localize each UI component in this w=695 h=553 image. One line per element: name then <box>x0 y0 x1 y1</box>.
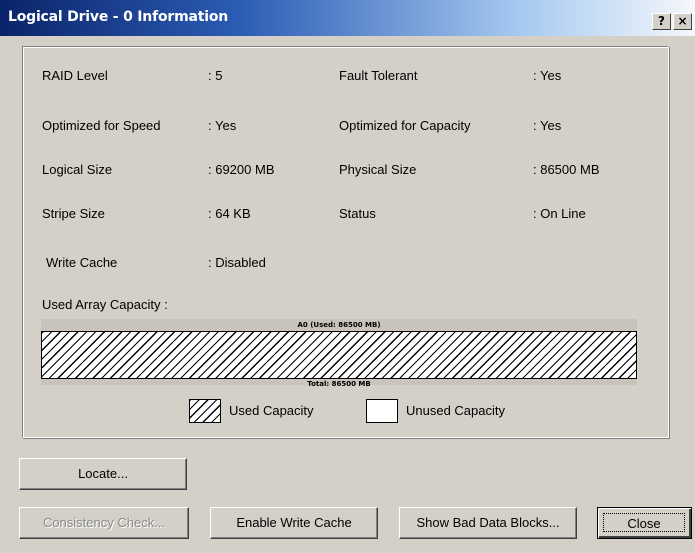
close-button[interactable]: Close <box>597 507 692 539</box>
used-array-capacity-heading: Used Array Capacity : <box>42 297 168 312</box>
close-button-label: Close <box>603 513 685 532</box>
fault-tolerant-value: : Yes <box>533 68 562 83</box>
stripe-size-value: : 64 KB <box>208 206 251 221</box>
optimized-capacity-value: : Yes <box>533 118 562 133</box>
unused-capacity-swatch <box>366 399 398 423</box>
locate-button[interactable]: Locate... <box>19 458 187 490</box>
physical-size-label: Physical Size <box>339 162 417 177</box>
raid-level-label: RAID Level <box>42 68 108 83</box>
capacity-total-label: Total: 86500 MB <box>307 380 371 388</box>
physical-size-value: : 86500 MB <box>533 162 600 177</box>
window-title: Logical Drive - 0 Information <box>8 9 228 25</box>
stripe-size-label: Stripe Size <box>42 206 105 221</box>
used-capacity-legend-label: Used Capacity <box>229 403 314 418</box>
show-bad-data-blocks-button[interactable]: Show Bad Data Blocks... <box>399 507 577 539</box>
consistency-check-button[interactable]: Consistency Check... <box>19 507 189 539</box>
optimized-speed-value: : Yes <box>208 118 237 133</box>
write-cache-label: Write Cache <box>46 255 118 270</box>
close-icon[interactable]: × <box>673 13 692 30</box>
used-capacity-swatch <box>189 399 221 423</box>
unused-capacity-legend-label: Unused Capacity <box>406 403 505 418</box>
status-label: Status <box>339 206 376 221</box>
logical-size-label: Logical Size <box>42 162 113 177</box>
help-icon[interactable]: ? <box>652 13 671 30</box>
fault-tolerant-label: Fault Tolerant <box>339 68 418 83</box>
logical-drive-info-dialog: Logical Drive - 0 Information ? × RAID L… <box>0 0 695 553</box>
write-cache-value: : Disabled <box>208 255 266 270</box>
enable-write-cache-button[interactable]: Enable Write Cache <box>210 507 378 539</box>
optimized-speed-label: Optimized for Speed <box>42 118 161 133</box>
raid-level-value: : 5 <box>208 68 223 83</box>
capacity-used-label: A0 (Used: 86500 MB) <box>297 321 381 329</box>
logical-size-value: : 69200 MB <box>208 162 275 177</box>
optimized-capacity-label: Optimized for Capacity <box>339 118 471 133</box>
status-value: : On Line <box>533 206 586 221</box>
used-capacity-bar <box>41 331 637 379</box>
title-bar[interactable]: Logical Drive - 0 Information ? × <box>0 0 695 36</box>
